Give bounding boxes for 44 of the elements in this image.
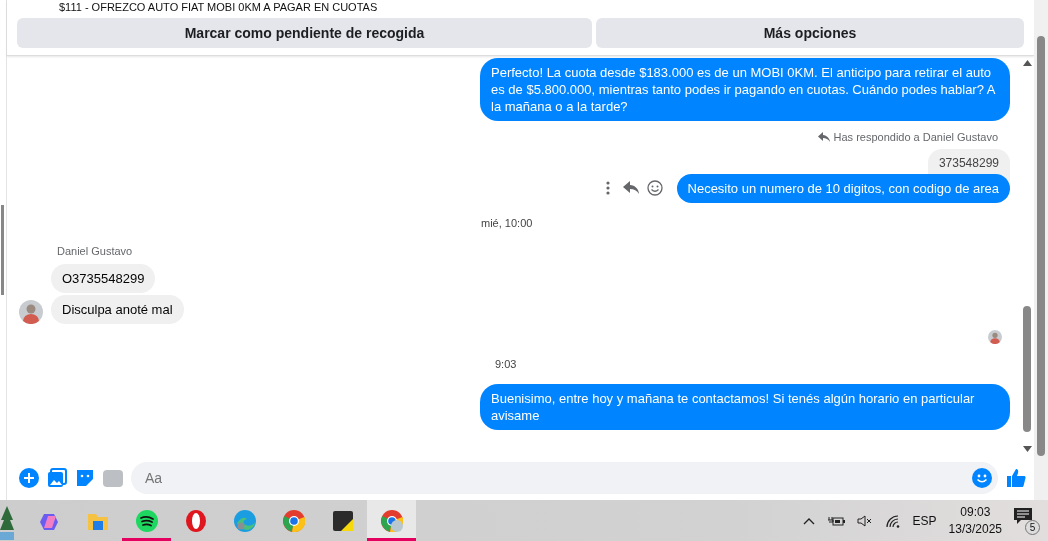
reply-note: Has respondido a Daniel Gustavo [833, 130, 998, 145]
timestamp: mié, 10:00 [481, 215, 533, 231]
opera-icon[interactable] [184, 509, 207, 532]
timestamp: 9:03 [495, 356, 517, 372]
avatar-icon [19, 299, 43, 324]
notification-count: 5 [1025, 519, 1040, 535]
scroll-up-icon[interactable] [1022, 60, 1032, 66]
message-bubble: Buenisimo, entre hoy y mañana te contactamos! Si tenés algún horario en particular avisame [480, 384, 1010, 430]
message-input[interactable]: Aa [143, 466, 972, 490]
edge-icon[interactable] [233, 509, 256, 532]
photo-icon[interactable] [47, 468, 67, 488]
chevron-up-icon[interactable] [802, 516, 815, 525]
sticker-icon[interactable] [75, 468, 95, 488]
muted-speaker-icon[interactable] [856, 514, 873, 527]
add-icon[interactable] [19, 468, 39, 488]
notification-button[interactable]: 5 [1014, 506, 1040, 535]
message-bubble: O3735548299 [51, 263, 156, 293]
listing-title: $111 - OFREZCO AUTO FIAT MOBI 0KM A PAGAR EN CUOTAS [59, 0, 379, 14]
sender-name: Daniel Gustavo [57, 244, 134, 259]
chrome-icon[interactable] [380, 509, 403, 532]
language-indicator[interactable]: ESP [912, 511, 937, 530]
spotify-icon[interactable] [135, 509, 158, 532]
battery-icon[interactable] [826, 514, 845, 527]
action-button[interactable]: Más opciones [596, 18, 1024, 48]
message-icon [1014, 508, 1032, 525]
thumbs-up-icon[interactable] [1006, 468, 1026, 488]
scroll-down-icon[interactable] [1022, 446, 1032, 452]
page-scrollbar-thumb[interactable] [1037, 36, 1045, 456]
scrollbar-thumb[interactable] [1023, 306, 1031, 432]
chrome-icon[interactable] [282, 509, 305, 532]
reply-icon[interactable] [622, 181, 639, 195]
message-bubble: Perfecto! La cuota desde $183.000 es de un MOBI 0KM. El anticipo para retirar el auto es de $5.800.000, mientras tanto podes ir pagando en cuotas. Cuándo podes hablar? A la mañana o a la tarde? [480, 58, 1010, 121]
message-bubble: Necesito un numero de 10 digitos, con codigo de area [676, 173, 1010, 203]
action-button[interactable]: Marcar como pendiente de recogida [17, 18, 592, 48]
reply-icon [817, 132, 830, 143]
wifi-icon[interactable] [884, 513, 901, 528]
emoji-icon[interactable] [646, 180, 663, 196]
emoji-icon[interactable] [972, 468, 992, 488]
message-field[interactable]: Aa [131, 462, 998, 494]
message-bubble: Disculpa anoté mal [51, 294, 184, 324]
clock-date[interactable]: 13/3/2025 [948, 520, 1002, 538]
sticky-note-icon[interactable] [331, 509, 354, 532]
seen-avatar-icon [988, 329, 1002, 344]
clock-time[interactable]: 09:03 [948, 503, 1002, 521]
